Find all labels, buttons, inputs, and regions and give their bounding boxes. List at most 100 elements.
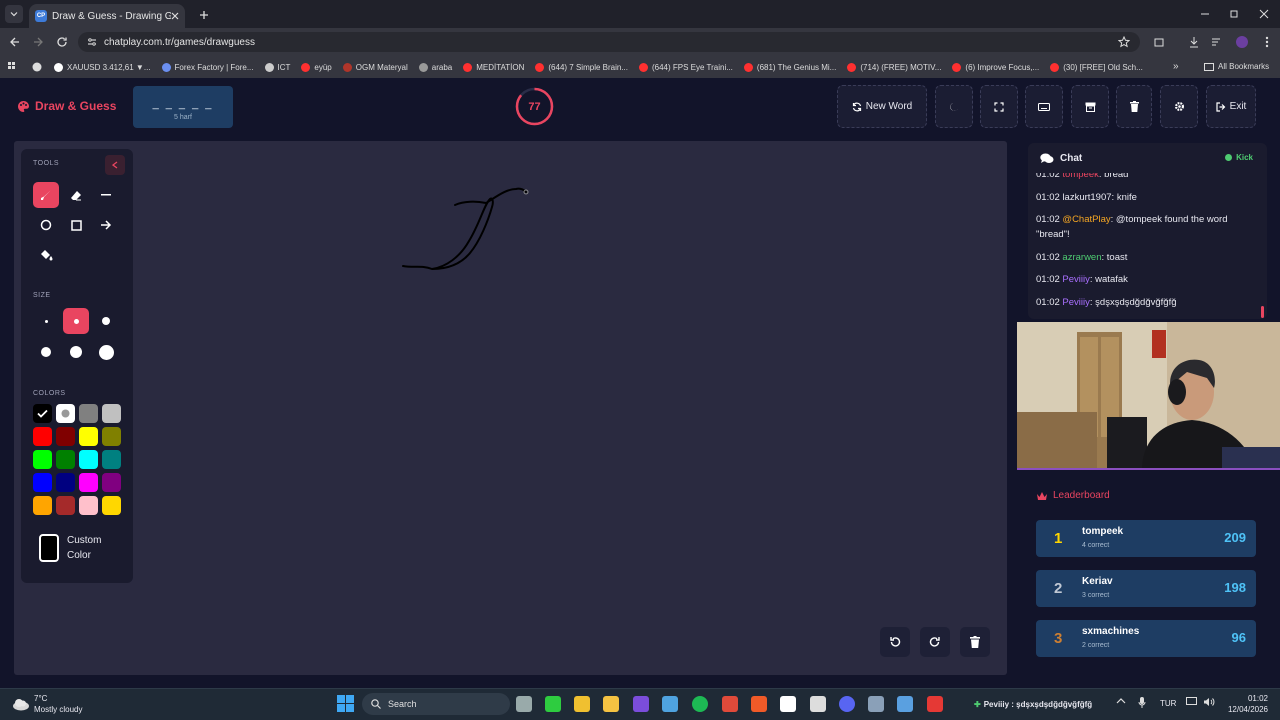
back-button[interactable] xyxy=(6,33,24,51)
chat-username[interactable]: Peviiiy xyxy=(1062,274,1089,285)
settings-button[interactable] xyxy=(1160,85,1198,128)
tradingview-icon[interactable] xyxy=(780,696,796,712)
discord-icon[interactable] xyxy=(839,696,855,712)
archive-button[interactable] xyxy=(1071,85,1109,128)
chrome-icon[interactable] xyxy=(722,696,738,712)
fill-tool-button[interactable] xyxy=(33,242,59,268)
browser-tab[interactable]: CP Draw & Guess - Drawing Game xyxy=(29,4,185,28)
color-swatch[interactable] xyxy=(102,450,121,469)
pen-tool-button[interactable] xyxy=(33,182,59,208)
url-bar[interactable]: chatplay.com.tr/games/drawguess xyxy=(78,32,1140,52)
size-option-1[interactable] xyxy=(33,308,59,334)
color-swatch[interactable] xyxy=(56,450,75,469)
bookmark-item[interactable]: (644) FPS Eye Traini... xyxy=(638,62,733,72)
chat-username[interactable]: azrarwen xyxy=(1062,252,1101,263)
brave-icon[interactable] xyxy=(751,696,767,712)
color-swatch[interactable] xyxy=(79,450,98,469)
menu-button[interactable] xyxy=(1258,33,1276,51)
apps-icon[interactable] xyxy=(8,62,18,72)
copilot-icon[interactable] xyxy=(662,696,678,712)
color-swatch[interactable] xyxy=(79,496,98,515)
notification-ticker[interactable]: ✚ Peviiiy : şdşxşdşdğdğvğfğfğ xyxy=(974,700,1092,709)
custom-color-button[interactable]: Custom Color xyxy=(39,533,111,563)
volume-icon[interactable] xyxy=(1203,697,1215,707)
steam-icon[interactable] xyxy=(868,696,884,712)
clipchamp-icon[interactable] xyxy=(633,696,649,712)
undo-button[interactable] xyxy=(880,627,910,657)
profile-button[interactable] xyxy=(1233,33,1251,51)
store-icon[interactable] xyxy=(574,696,590,712)
app-logo[interactable]: Draw & Guess xyxy=(17,99,116,113)
extensions-button[interactable] xyxy=(1150,33,1168,51)
microphone-icon[interactable] xyxy=(1138,697,1146,708)
downloads-button[interactable] xyxy=(1185,33,1203,51)
spotify-icon[interactable] xyxy=(692,696,708,712)
file-explorer-icon[interactable] xyxy=(603,696,619,712)
close-icon[interactable] xyxy=(171,12,179,20)
site-info-icon[interactable] xyxy=(87,37,97,47)
circle-tool-button[interactable] xyxy=(33,212,59,238)
chat-messages[interactable]: 01:02 tompeek: bread 01:02 lazkurt1907: k… xyxy=(1036,167,1262,317)
bookmark-item[interactable]: Forex Factory | Fore... xyxy=(161,62,254,72)
xbox-icon[interactable] xyxy=(545,696,561,712)
size-option-3[interactable] xyxy=(93,308,119,334)
bookmark-item[interactable]: OGM Materyal xyxy=(342,62,408,72)
star-icon[interactable] xyxy=(1118,36,1130,48)
chat-scrollbar[interactable] xyxy=(1261,306,1264,318)
color-swatch[interactable] xyxy=(56,404,75,423)
forward-button[interactable] xyxy=(29,33,47,51)
chrome-icon[interactable] xyxy=(32,62,42,72)
chat-username[interactable]: Peviiiy xyxy=(1062,297,1089,308)
clear-button[interactable] xyxy=(1116,85,1152,128)
weather-widget[interactable]: 7°C Mostly cloudy xyxy=(12,693,82,715)
restore-button[interactable] xyxy=(1225,5,1243,23)
chat-username[interactable]: @ChatPlay xyxy=(1062,214,1110,225)
language-indicator[interactable]: TUR xyxy=(1160,699,1176,708)
bookmark-item[interactable]: XAUUSD 3.412,61 ▼... xyxy=(54,62,151,72)
bookmark-item[interactable]: ICT xyxy=(264,62,290,72)
keyboard-button[interactable] xyxy=(1025,85,1063,128)
arrow-tool-button[interactable] xyxy=(93,212,119,238)
more-bookmarks-icon[interactable]: » xyxy=(1173,61,1179,72)
color-swatch[interactable] xyxy=(79,473,98,492)
rectangle-tool-button[interactable] xyxy=(63,212,89,238)
bookmark-item[interactable]: (644) 7 Simple Brain... xyxy=(535,62,628,72)
color-swatch[interactable] xyxy=(56,496,75,515)
eraser-tool-button[interactable] xyxy=(63,182,89,208)
tab-search-button[interactable] xyxy=(5,5,23,23)
color-swatch[interactable] xyxy=(56,427,75,446)
media-button[interactable] xyxy=(1208,33,1226,51)
exit-button[interactable]: Exit xyxy=(1206,85,1256,128)
line-tool-button[interactable] xyxy=(93,182,119,208)
color-swatch[interactable] xyxy=(79,427,98,446)
color-swatch[interactable] xyxy=(33,427,52,446)
close-window-button[interactable] xyxy=(1255,5,1273,23)
reload-button[interactable] xyxy=(53,33,71,51)
bookmark-item[interactable]: MEDİTATİON xyxy=(463,62,524,72)
app-icon[interactable] xyxy=(927,696,943,712)
color-swatch[interactable] xyxy=(33,473,52,492)
bookmark-item[interactable]: araba xyxy=(418,62,452,72)
color-swatch[interactable] xyxy=(102,404,121,423)
bookmark-item[interactable]: (30) [FREE] Old Sch... xyxy=(1050,62,1143,72)
bookmark-item[interactable]: (6) Improve Focus,... xyxy=(952,62,1039,72)
new-word-button[interactable]: New Word xyxy=(837,85,927,128)
tray-expand-icon[interactable] xyxy=(1116,697,1126,705)
color-swatch[interactable] xyxy=(56,473,75,492)
vpn-icon[interactable] xyxy=(897,696,913,712)
bookmark-item[interactable]: eyüp xyxy=(301,62,332,72)
start-button[interactable] xyxy=(337,695,354,712)
bookmark-item[interactable]: (681) The Genius Mi... xyxy=(743,62,836,72)
drawing-canvas[interactable] xyxy=(14,141,1007,675)
color-swatch[interactable] xyxy=(33,496,52,515)
chatgpt-icon[interactable] xyxy=(810,696,826,712)
new-tab-button[interactable] xyxy=(199,10,209,20)
all-bookmarks-button[interactable]: All Bookmarks xyxy=(1204,62,1269,71)
size-option-6[interactable] xyxy=(93,339,119,365)
network-icon[interactable] xyxy=(1186,697,1197,707)
bookmark-item[interactable]: (714) (FREE) MOTIV... xyxy=(847,62,941,72)
size-option-5[interactable] xyxy=(63,339,89,365)
color-swatch[interactable] xyxy=(33,450,52,469)
theme-toggle-button[interactable] xyxy=(935,85,973,128)
minimize-button[interactable] xyxy=(1196,5,1214,23)
